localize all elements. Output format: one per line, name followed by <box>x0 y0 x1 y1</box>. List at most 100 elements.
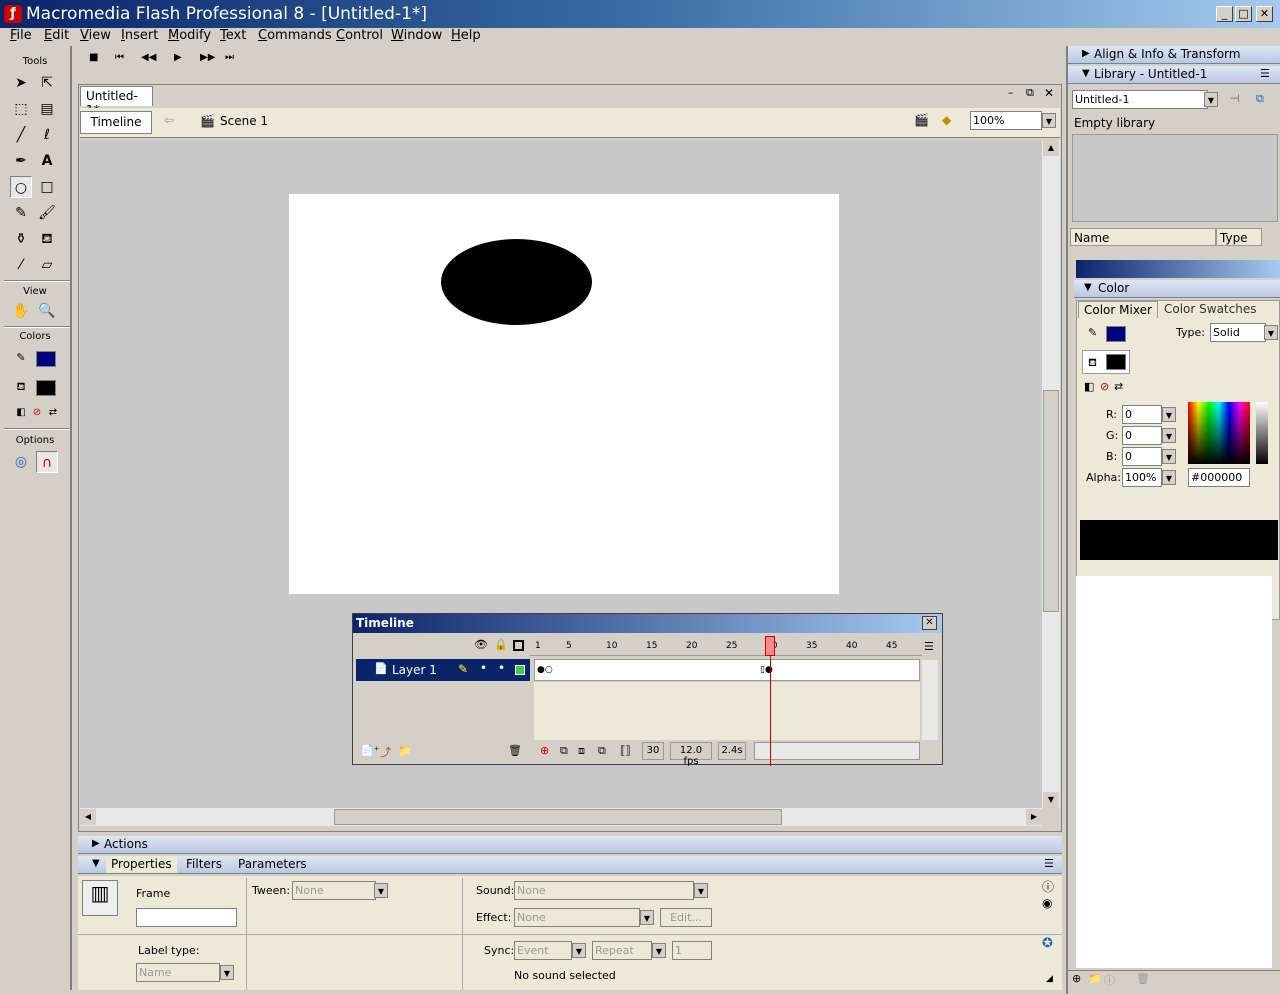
tab-filters[interactable]: Filters <box>186 857 222 871</box>
arrow-tool-icon[interactable]: ➤ <box>10 72 32 94</box>
maximize-button[interactable]: □ <box>1235 6 1252 22</box>
scroll-down-icon[interactable]: ▼ <box>1043 792 1059 808</box>
library-panel-header[interactable]: ▼ Library - Untitled-1 ☰ <box>1068 66 1280 84</box>
help-icon[interactable]: ⓘ <box>1042 878 1054 895</box>
zoom-dropdown-icon[interactable]: ▼ <box>1042 113 1056 128</box>
free-transform-tool-icon[interactable]: ⬚ <box>10 98 32 120</box>
paint-bucket-tool-icon[interactable]: ⛾ <box>36 228 58 250</box>
layer-row[interactable]: 📄 Layer 1 ✎ • • <box>356 659 530 681</box>
back-arrow-icon[interactable]: ⇦ <box>164 113 174 127</box>
delete-layer-icon[interactable]: 🗑 <box>508 744 522 757</box>
effect-select[interactable]: None <box>514 908 640 927</box>
mixer-fill-swatch[interactable] <box>1106 354 1126 370</box>
text-tool-icon[interactable]: A <box>36 150 58 172</box>
tab-color-swatches[interactable]: Color Swatches <box>1164 302 1256 316</box>
oval-tool-icon[interactable]: ○ <box>10 176 32 198</box>
layer-visible-dot-icon[interactable]: • <box>480 661 487 675</box>
menu-text[interactable]: Text <box>220 28 246 43</box>
black-white-icon[interactable]: ◧ <box>1084 380 1094 393</box>
timeline-close-icon[interactable]: ✕ <box>922 616 937 630</box>
add-motion-guide-icon[interactable]: ⤴ <box>380 744 391 760</box>
repeat-select[interactable]: Repeat <box>592 941 652 960</box>
pen-tool-icon[interactable]: ✒ <box>10 150 32 172</box>
scroll-left-icon[interactable]: ◀ <box>80 809 96 825</box>
layer-outline-color-icon[interactable] <box>515 665 525 675</box>
swap-colors-icon[interactable]: ⇄ <box>1114 380 1123 393</box>
delete-icon[interactable]: 🗑 <box>1136 972 1150 985</box>
actions-bar[interactable]: ▶ Actions <box>78 836 1062 854</box>
modify-onion-markers-icon[interactable]: ⟦⟧ <box>620 744 631 757</box>
library-menu-icon[interactable]: ☰ <box>1260 67 1270 80</box>
subselect-tool-icon[interactable]: ⇱ <box>36 72 58 94</box>
eye-icon[interactable]: 👁 <box>474 638 488 651</box>
line-tool-icon[interactable]: ╱ <box>10 124 32 146</box>
hand-tool-icon[interactable]: ✋ <box>10 300 32 322</box>
menu-view[interactable]: View <box>80 28 111 43</box>
timeline-toggle-button[interactable]: Timeline <box>80 111 152 134</box>
insert-layer-icon[interactable]: 📄⁺ <box>360 744 380 757</box>
menu-control[interactable]: Control <box>336 28 383 43</box>
color-spectrum[interactable] <box>1188 402 1250 464</box>
vscroll-thumb[interactable] <box>1043 390 1059 612</box>
properties-icon[interactable]: ⓘ <box>1104 972 1115 988</box>
frame-name-field[interactable] <box>136 908 237 927</box>
outline-icon[interactable] <box>513 640 524 651</box>
rectangle-tool-icon[interactable]: □ <box>36 176 58 198</box>
center-frame-icon[interactable]: ⊕ <box>540 744 549 757</box>
onion-outlines-icon[interactable]: ⧈ <box>578 744 585 758</box>
menu-commands[interactable]: Commands <box>258 28 332 43</box>
gradient-transform-tool-icon[interactable]: ▤ <box>36 98 58 120</box>
play-button[interactable]: ▶ <box>174 52 182 63</box>
brush-tool-icon[interactable]: 🖌 <box>36 202 58 224</box>
fill-type-dropdown-icon[interactable]: ▼ <box>1264 325 1278 340</box>
rewind-button[interactable]: ⏮ <box>115 52 124 63</box>
fill-color-swatch[interactable] <box>36 380 56 396</box>
expand-panel-icon[interactable]: ◢ <box>1046 974 1053 984</box>
new-library-icon[interactable]: ⧉ <box>1256 92 1264 106</box>
doc-close-icon[interactable]: ✕ <box>1044 86 1054 100</box>
alpha-field[interactable]: 100% <box>1122 468 1162 487</box>
tab-parameters[interactable]: Parameters <box>238 857 307 871</box>
swap-colors-icon[interactable]: ⇄ <box>42 402 64 424</box>
green-slider-icon[interactable]: ▼ <box>1162 428 1176 443</box>
timeline-options-icon[interactable]: ☰ <box>924 640 934 653</box>
ink-bottle-tool-icon[interactable]: ⚱ <box>10 228 32 250</box>
column-type[interactable]: Type <box>1216 228 1262 246</box>
color-panel-header[interactable]: ▼ Color <box>1074 280 1280 298</box>
timeline-vscroll[interactable] <box>922 660 938 740</box>
sound-dropdown-icon[interactable]: ▼ <box>694 883 708 898</box>
label-type-select[interactable]: Name <box>136 963 220 982</box>
new-folder-icon[interactable]: 📁 <box>1088 972 1102 985</box>
sound-select[interactable]: None <box>514 881 694 900</box>
red-field[interactable]: 0 <box>1122 405 1162 424</box>
repeat-count-field[interactable]: 1 <box>672 941 712 960</box>
black-ellipse-shape[interactable] <box>441 239 592 325</box>
sync-select[interactable]: Event <box>514 941 572 960</box>
no-color-icon[interactable]: ⊘ <box>1100 380 1109 393</box>
tween-select[interactable]: None <box>292 881 376 900</box>
insert-folder-icon[interactable]: 📁 <box>398 744 412 757</box>
stop-button[interactable]: ■ <box>89 52 98 63</box>
edit-accessibility-icon[interactable]: ✪ <box>1042 936 1053 951</box>
eyedropper-tool-icon[interactable]: ⁄ <box>10 254 32 276</box>
menu-file[interactable]: File <box>10 28 32 43</box>
step-back-button[interactable]: ◀◀ <box>141 52 156 63</box>
menu-modify[interactable]: Modify <box>168 28 211 43</box>
scroll-up-icon[interactable]: ▲ <box>1043 140 1059 156</box>
tab-color-mixer[interactable]: Color Mixer <box>1078 301 1158 318</box>
sync-dropdown-icon[interactable]: ▼ <box>572 943 586 958</box>
new-symbol-icon[interactable]: ⊕ <box>1072 972 1081 985</box>
lock-icon[interactable]: 🔒 <box>494 638 508 651</box>
stage-vertical-scrollbar[interactable]: ▲ ▼ <box>1042 140 1060 808</box>
blue-slider-icon[interactable]: ▼ <box>1162 449 1176 464</box>
menu-insert[interactable]: Insert <box>121 28 158 43</box>
close-button[interactable]: ✕ <box>1256 6 1273 22</box>
eraser-tool-icon[interactable]: ▱ <box>36 254 58 276</box>
collapse-arrow-icon[interactable]: ▼ <box>92 858 100 869</box>
lasso-tool-icon[interactable]: ℓ <box>36 124 58 146</box>
minimize-button[interactable]: _ <box>1216 6 1233 22</box>
go-to-end-button[interactable]: ⏭ <box>225 52 234 63</box>
step-forward-button[interactable]: ▶▶ <box>200 52 215 63</box>
zoom-tool-icon[interactable]: 🔍 <box>36 300 58 322</box>
tween-dropdown-icon[interactable]: ▼ <box>374 883 388 898</box>
